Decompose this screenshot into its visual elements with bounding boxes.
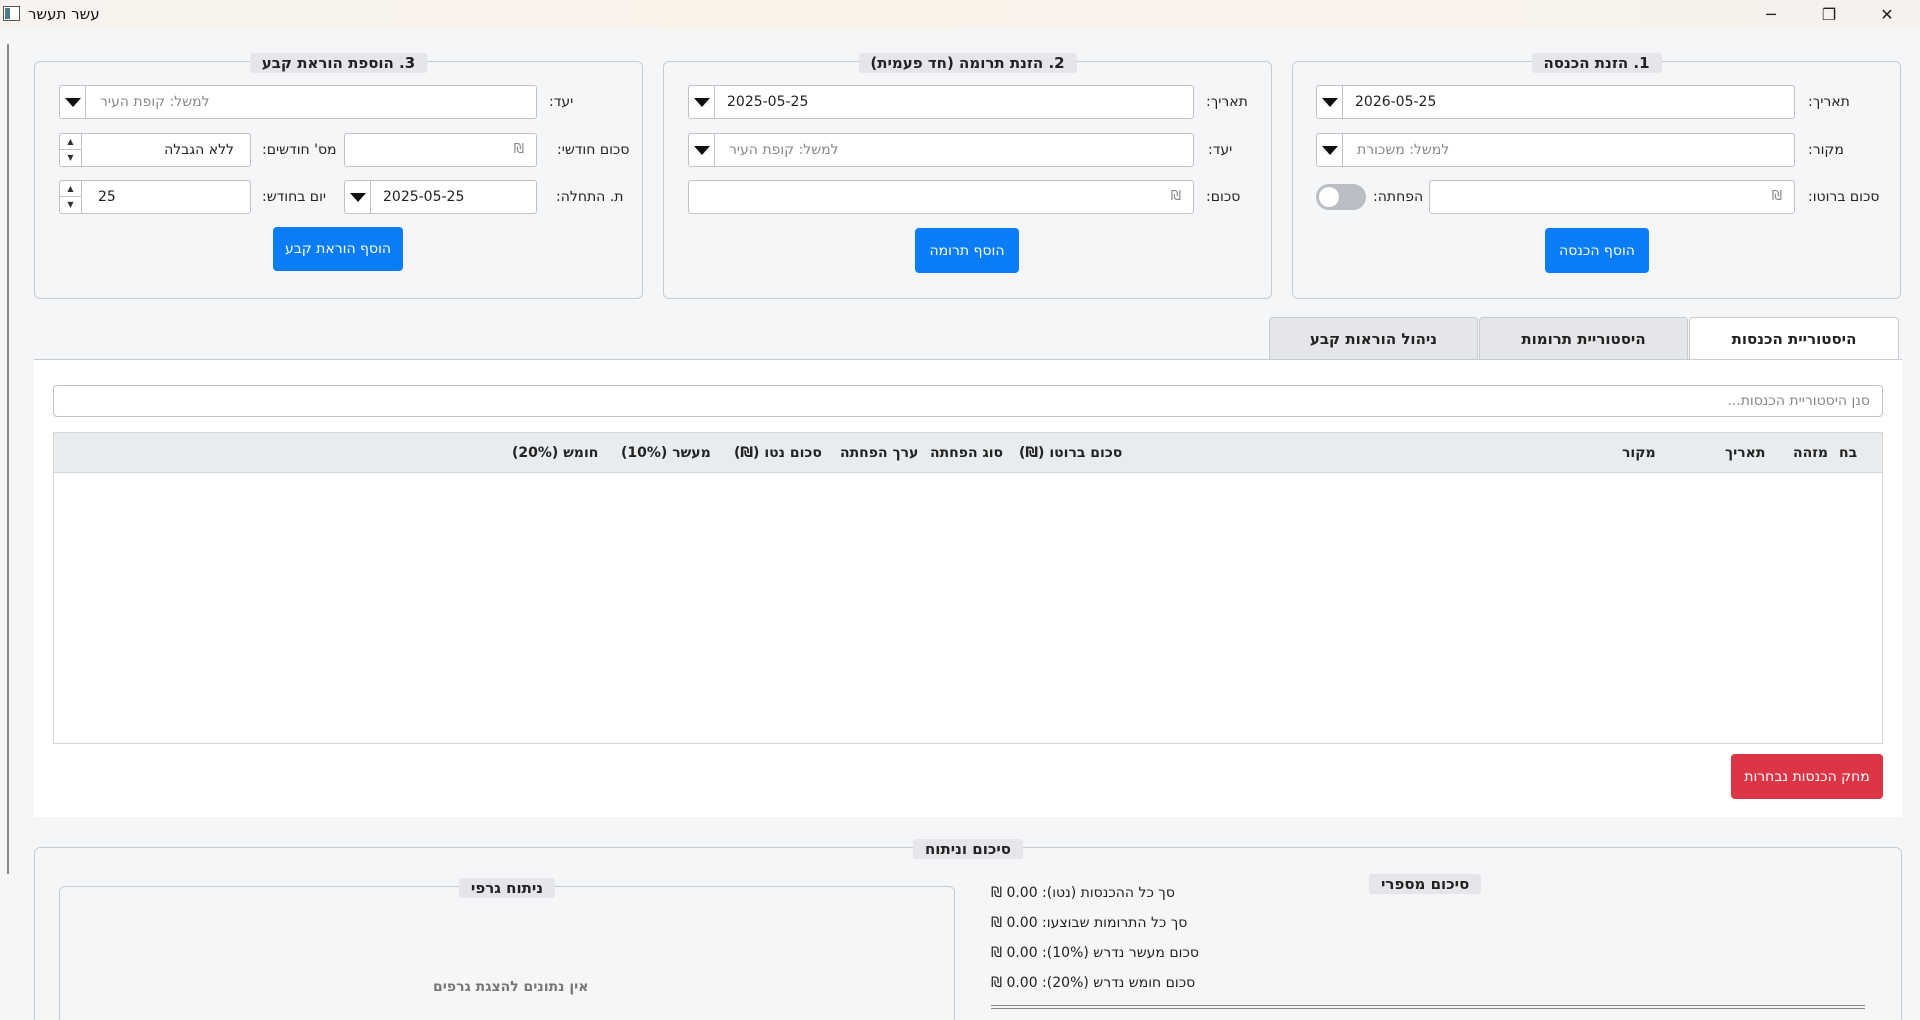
app-icon	[3, 6, 20, 21]
chevron-down-icon[interactable]	[689, 86, 715, 118]
maximize-button[interactable]: ❐	[1800, 0, 1858, 29]
standing-months-spinbox[interactable]: ▲ ▼ ללא הגבלה	[59, 133, 251, 167]
column-header-net[interactable]: סכום נטו (₪)	[734, 445, 822, 461]
standing-monthly-input[interactable]: ₪	[344, 133, 537, 167]
standing-months-value: ללא הגבלה	[164, 142, 234, 158]
add-donation-button[interactable]: הוסף תרומה	[915, 228, 1019, 273]
chevron-down-icon[interactable]	[60, 86, 86, 118]
income-search-input[interactable]: סנן היסטוריית הכנסות...	[53, 385, 1883, 417]
donation-target-combo[interactable]: למשל: קופת העיר	[688, 133, 1194, 167]
column-header-source[interactable]: מקור	[1622, 445, 1656, 461]
minimize-button[interactable]: ─	[1742, 0, 1800, 29]
chevron-down-icon[interactable]	[689, 134, 715, 166]
donation-form-title: 2. הזנת תרומה (חד פעמית)	[858, 53, 1077, 73]
column-header-gross[interactable]: סכום ברוטו (₪)	[1019, 445, 1122, 461]
summary-divider	[991, 1005, 1865, 1009]
chevron-down-icon[interactable]	[345, 181, 371, 213]
income-deduction-toggle[interactable]	[1316, 184, 1366, 210]
income-date-label: תאריך:	[1808, 94, 1850, 110]
column-header-date[interactable]: תאריך	[1725, 445, 1765, 461]
standing-start-date-picker[interactable]: 2025-05-25	[344, 180, 537, 214]
donation-target-label: יעד:	[1208, 142, 1233, 158]
tab-donation-history[interactable]: היסטוריית תרומות	[1479, 317, 1688, 359]
shekel-icon: ₪	[1170, 189, 1181, 204]
chevron-down-icon[interactable]	[1317, 134, 1343, 166]
income-date-picker[interactable]: 2026-05-25	[1316, 85, 1795, 119]
income-gross-input[interactable]: ₪	[1429, 180, 1795, 214]
numeric-summary-title: סיכום מספרי	[1369, 874, 1482, 894]
shekel-icon: ₪	[1771, 189, 1782, 204]
donation-date-label: תאריך:	[1206, 94, 1248, 110]
no-graph-data-text: אין נתונים להצגת גרפים	[433, 979, 589, 995]
standing-target-combo[interactable]: למשל: קופת העיר	[59, 85, 537, 119]
window-titlebar: עשר תעשר ─ ❐ ✕	[0, 0, 1920, 29]
close-button[interactable]: ✕	[1858, 0, 1916, 29]
donation-amount-input[interactable]: ₪	[688, 180, 1194, 214]
total-net-income: סך כל ההכנסות (נטו): 0.00 ₪	[991, 885, 1175, 901]
left-divider	[7, 44, 9, 874]
tab-income-history[interactable]: היסטוריית הכנסות	[1689, 317, 1899, 360]
spinner-arrows-icon[interactable]: ▲ ▼	[60, 134, 82, 166]
standing-target-label: יעד:	[549, 94, 574, 110]
column-header-deduction-value[interactable]: ערך הפחתה	[840, 445, 918, 461]
column-header-fifth[interactable]: חומש (20%)	[512, 445, 598, 461]
required-fifth: סכום חומש נדרש (20%): 0.00 ₪	[991, 975, 1196, 991]
standing-order-form-title: 3. הוספת הוראת קבע	[249, 53, 428, 73]
delete-selected-income-button[interactable]: מחק הכנסות נבחרות	[1731, 754, 1883, 799]
window-title: עשר תעשר	[28, 5, 100, 23]
required-tithe: סכום מעשר נדרש (10%): 0.00 ₪	[991, 945, 1199, 961]
donation-date-picker[interactable]: 2025-05-25	[688, 85, 1194, 119]
income-source-combo[interactable]: למשל: משכורת	[1316, 133, 1795, 167]
column-header-id[interactable]: מזהה	[1793, 445, 1828, 461]
income-source-label: מקור:	[1808, 142, 1844, 158]
add-standing-order-button[interactable]: הוסף הוראת קבע	[273, 227, 403, 271]
spinner-arrows-icon[interactable]: ▲ ▼	[60, 181, 82, 213]
column-header-deduction-type[interactable]: סוג הפחתה	[930, 445, 1003, 461]
standing-monthly-label: סכום חודשי:	[557, 142, 630, 158]
graph-section: ניתוח גרפי	[59, 878, 955, 1020]
donation-amount-label: סכום:	[1206, 189, 1241, 205]
income-gross-label: סכום ברוטו:	[1808, 189, 1880, 205]
add-income-button[interactable]: הוסף הכנסה	[1545, 228, 1649, 273]
summary-title: סיכום וניתוח	[913, 839, 1023, 859]
column-header-select[interactable]: בח	[1839, 445, 1857, 461]
standing-start-label: ת. התחלה:	[556, 189, 624, 205]
column-header-tithe[interactable]: מעשר (10%)	[621, 445, 711, 461]
income-deduction-label: הפחתה:	[1373, 189, 1424, 205]
standing-day-spinbox[interactable]: ▲ ▼ 25	[59, 180, 251, 214]
income-search-placeholder: סנן היסטוריית הכנסות...	[1727, 393, 1870, 409]
tab-standing-orders[interactable]: ניהול הוראות קבע	[1269, 317, 1478, 359]
graph-title: ניתוח גרפי	[458, 878, 556, 898]
income-form-title: 1. הזנת הכנסה	[1531, 53, 1662, 73]
standing-day-label: יום בחודש:	[262, 189, 327, 205]
total-donations: סך כל התרומות שבוצעו: 0.00 ₪	[991, 915, 1188, 931]
standing-months-label: מס' חודשים:	[262, 142, 337, 158]
income-history-table[interactable]: בח מזהה תאריך מקור סכום ברוטו (₪) סוג הפ…	[53, 432, 1883, 744]
chevron-down-icon[interactable]	[1317, 86, 1343, 118]
shekel-icon: ₪	[513, 142, 524, 157]
table-header: בח מזהה תאריך מקור סכום ברוטו (₪) סוג הפ…	[54, 433, 1882, 473]
